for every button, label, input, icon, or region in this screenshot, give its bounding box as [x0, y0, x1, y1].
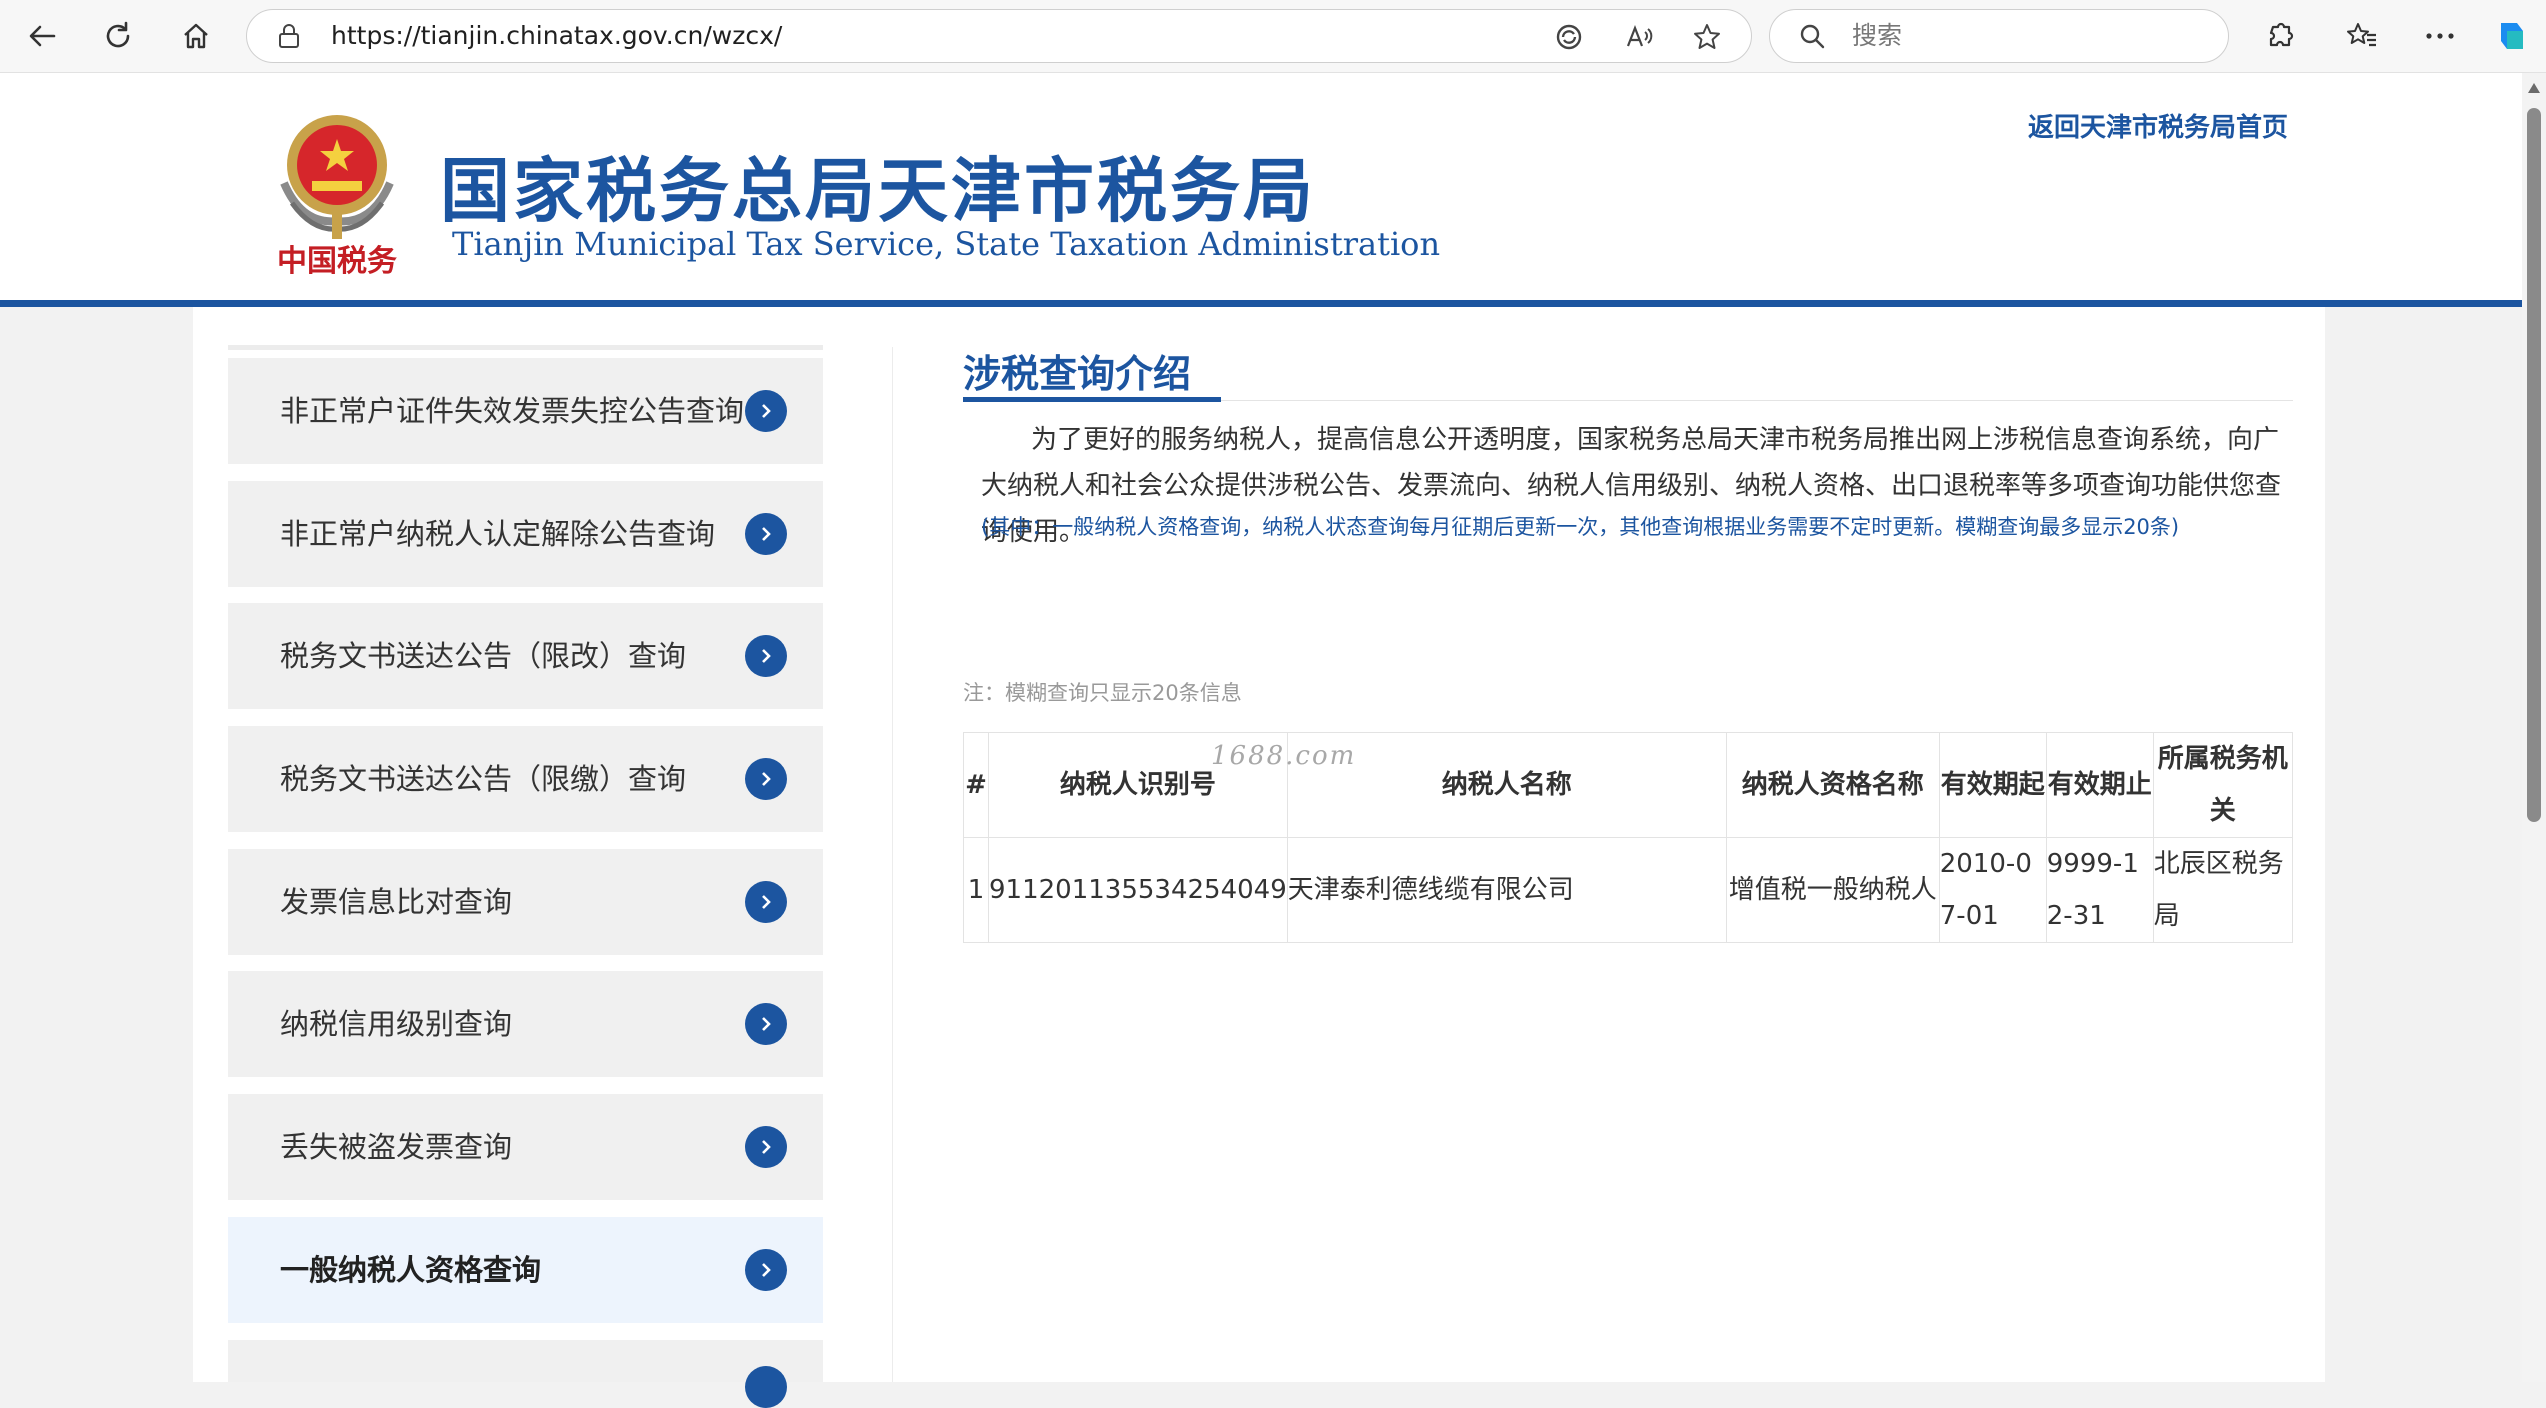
sidebar-item-label: 非正常户证件失效发票失控公告查询	[280, 394, 745, 428]
site-title-cn: 国家税务总局天津市税务局	[440, 150, 1316, 232]
chevron-right-icon	[745, 390, 787, 432]
address-bar[interactable]: https://tianjin.chinatax.gov.cn/wzcx/	[246, 9, 1752, 63]
chevron-right-icon	[745, 1003, 787, 1045]
site-header: 中国税务 国家税务总局天津市税务局 Tianjin Municipal Tax …	[0, 73, 2522, 300]
chevron-right-icon	[745, 758, 787, 800]
table-header-row: # 纳税人识别号 纳税人名称 纳税人资格名称 有效期起 有效期止 所属税务机关	[963, 732, 2293, 838]
col-tax-authority: 所属税务机关	[2152, 732, 2293, 838]
favorites-list-icon[interactable]	[2344, 18, 2380, 54]
scroll-up-arrow-icon[interactable]	[2528, 83, 2540, 93]
col-valid-from: 有效期起	[1938, 732, 2047, 838]
chevron-right-icon	[745, 513, 787, 555]
cell-valid-to: 9999-12-31	[2045, 837, 2154, 943]
scrollbar[interactable]	[2522, 73, 2546, 1382]
sidebar-item-invalid-invoice-notice[interactable]: 非正常户证件失效发票失控公告查询	[228, 358, 823, 464]
favorite-star-icon[interactable]	[1691, 21, 1723, 53]
sidebar-item-label: 税务文书送达公告（限缴）查询	[280, 762, 687, 796]
translate-icon[interactable]	[1553, 21, 1585, 53]
sidebar-item-document-notice-payment[interactable]: 税务文书送达公告（限缴）查询	[228, 726, 823, 832]
lock-icon[interactable]	[275, 22, 303, 50]
refresh-icon[interactable]	[96, 14, 140, 58]
cell-tax-authority: 北辰区税务局	[2152, 837, 2293, 943]
sidebar-item-abnormal-taxpayer-notice[interactable]: 非正常户纳税人认定解除公告查询	[228, 481, 823, 587]
search-placeholder[interactable]: 搜索	[1852, 10, 1902, 62]
sidebar-top-edge	[228, 345, 823, 350]
sidebar-item-label: 丢失被盗发票查询	[280, 1130, 513, 1164]
sidebar-item-lost-invoice[interactable]: 丢失被盗发票查询	[228, 1094, 823, 1200]
copilot-icon[interactable]	[2492, 16, 2532, 56]
scrollbar-thumb[interactable]	[2527, 108, 2541, 822]
page-title: 涉税查询介绍	[963, 352, 1192, 396]
content-area: 非正常户证件失效发票失控公告查询 非正常户纳税人认定解除公告查询 税务文书送达公…	[193, 307, 2325, 1408]
cell-index: 1	[963, 837, 989, 943]
web-page: 中国税务 国家税务总局天津市税务局 Tianjin Municipal Tax …	[0, 73, 2522, 1408]
sidebar-item-label: 发票信息比对查询	[280, 885, 513, 919]
watermark-text: 1688.com	[1211, 741, 1357, 771]
fuzzy-query-note: 注：模糊查询只显示20条信息	[963, 681, 1242, 705]
back-icon[interactable]	[20, 14, 64, 58]
emblem-caption: 中国税务	[277, 244, 397, 279]
col-index: #	[963, 732, 989, 838]
more-icon[interactable]	[2422, 18, 2458, 54]
col-qualification: 纳税人资格名称	[1725, 732, 1940, 838]
browser-toolbar: https://tianjin.chinatax.gov.cn/wzcx/ 搜索	[0, 0, 2546, 73]
result-table: # 纳税人识别号 纳税人名称 纳税人资格名称 有效期起 有效期止 所属税务机关 …	[963, 732, 2293, 943]
title-rule	[1221, 400, 2293, 401]
chevron-right-icon	[745, 881, 787, 923]
site-title-en: Tianjin Municipal Tax Service, State Tax…	[452, 225, 1441, 263]
update-note: (其中：一般纳税人资格查询，纳税人状态查询每月征期后更新一次，其他查询根据业务需…	[981, 515, 2180, 539]
home-icon[interactable]	[174, 14, 218, 58]
sidebar-item-label: 一般纳税人资格查询	[280, 1253, 542, 1287]
sidebar-item-general-taxpayer[interactable]: 一般纳税人资格查询	[228, 1217, 823, 1323]
tax-emblem-logo: 中国税务	[262, 103, 412, 283]
sidebar-item-credit-rating[interactable]: 纳税信用级别查询	[228, 971, 823, 1077]
cell-taxpayer-id: 911201135534254049	[988, 837, 1288, 943]
sidebar-item-document-notice-correction[interactable]: 税务文书送达公告（限改）查询	[228, 603, 823, 709]
sidebar-item-next[interactable]	[228, 1340, 823, 1408]
url-text[interactable]: https://tianjin.chinatax.gov.cn/wzcx/	[331, 10, 782, 62]
sidebar-item-label: 税务文书送达公告（限改）查询	[280, 639, 687, 673]
sidebar-item-label: 纳税信用级别查询	[280, 1007, 513, 1041]
return-home-link[interactable]: 返回天津市税务局首页	[2028, 107, 2288, 144]
chevron-right-icon	[745, 1126, 787, 1168]
sidebar-item-label: 非正常户纳税人认定解除公告查询	[280, 517, 716, 551]
header-divider	[0, 300, 2522, 307]
chevron-right-icon	[745, 1249, 787, 1291]
table-row: 1 911201135534254049 天津泰利德线缆有限公司 增值税一般纳税…	[963, 837, 2293, 943]
sidebar-item-invoice-comparison[interactable]: 发票信息比对查询	[228, 849, 823, 955]
title-underline	[963, 397, 1221, 402]
chevron-right-icon	[745, 1366, 787, 1408]
extensions-icon[interactable]	[2262, 18, 2298, 54]
cell-qualification: 增值税一般纳税人	[1725, 837, 1940, 943]
search-icon	[1798, 22, 1826, 50]
cell-taxpayer-name: 天津泰利德线缆有限公司	[1286, 837, 1727, 943]
read-aloud-icon[interactable]	[1623, 21, 1655, 53]
cell-valid-from: 2010-07-01	[1938, 837, 2047, 943]
col-valid-to: 有效期止	[2045, 732, 2154, 838]
search-box[interactable]: 搜索	[1769, 9, 2229, 63]
sidebar-divider	[892, 347, 893, 1382]
chevron-right-icon	[745, 635, 787, 677]
